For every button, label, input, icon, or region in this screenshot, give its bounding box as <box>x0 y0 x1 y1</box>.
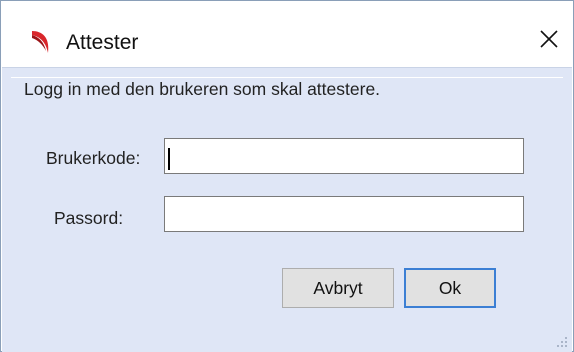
password-label: Passord: <box>54 208 124 228</box>
close-button[interactable] <box>531 21 567 57</box>
resize-grip-icon[interactable] <box>556 336 568 348</box>
dialog-body: Logg in med den brukeren som skal attest… <box>2 67 572 352</box>
username-label: Brukerkode: <box>46 148 141 168</box>
window-title: Attester <box>66 31 139 54</box>
instruction-text: Logg in med den brukeren som skal attest… <box>24 79 385 100</box>
app-logo-icon <box>32 31 49 53</box>
group-divider <box>11 77 563 78</box>
text-caret <box>168 148 170 170</box>
login-dialog: Attester Logg in med den brukeren som sk… <box>0 0 574 352</box>
username-field[interactable] <box>164 138 524 174</box>
ok-button[interactable]: Ok <box>404 268 496 308</box>
close-icon <box>540 30 558 48</box>
password-field[interactable] <box>164 196 524 232</box>
cancel-button[interactable]: Avbryt <box>282 268 394 308</box>
title-bar[interactable]: Attester <box>1 1 573 67</box>
